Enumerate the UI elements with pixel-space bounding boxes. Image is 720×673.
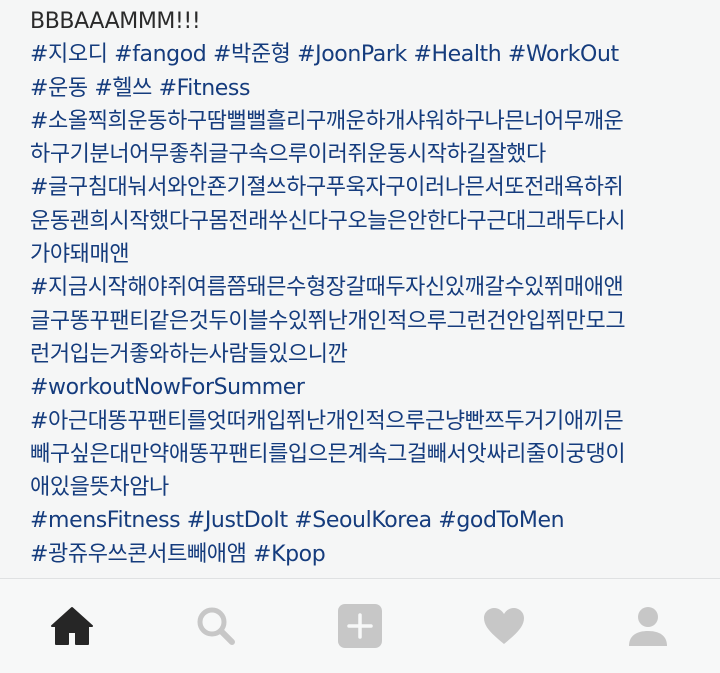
caption-line: 하구기분너어무좋취글구속으루이러쥐운동시작하길잘했다 [30, 138, 710, 171]
caption-line: #운동 #헬쓰 #Fitness [30, 72, 710, 105]
hashtag-link[interactable]: #JustDoIt [187, 508, 288, 533]
hashtag-link[interactable]: 하구기분너어무좋취글구속으루이러쥐운동시작하길잘했다 [30, 142, 546, 167]
hashtag-link[interactable]: #WorkOut [508, 42, 619, 67]
hashtag-link[interactable]: 런거입는거좋와하는사람들있으니깐 [30, 342, 348, 367]
caption-line: BBBAAAMMM!!! [30, 5, 710, 38]
caption-line: 런거입는거좋와하는사람들있으니깐 [30, 338, 710, 371]
heart-icon [484, 608, 524, 644]
hashtag-link[interactable]: #JoonPark [297, 42, 407, 67]
hashtag-link[interactable]: #아근대똥꾸팬티를엇떠캐입쮜난개인적으루근냥빤쯔두거기애끼믄 [30, 409, 624, 434]
hashtag-link[interactable]: #mensFitness [30, 508, 181, 533]
home-icon [51, 607, 93, 645]
caption-line: #광쥬우쓰콘서트빼애앰 #Kpop [30, 538, 710, 571]
hashtag-link[interactable]: #Kpop [253, 542, 326, 567]
caption-text: BBBAAAMMM!!! [30, 9, 201, 34]
caption-line: 글구똥꾸팬티같은것두이블수있쮜난개인적으루그런건안입쮜만모그 [30, 305, 710, 338]
hashtag-link[interactable]: 운동괜희시작했다구몸전래쑤신다구오늘은안한다구근대그래두다시 [30, 209, 626, 234]
hashtag-link[interactable]: #글구침대눠서와안죤기졀쓰하구푸욱자구이러나믄서또전래욕하쥐 [30, 175, 624, 200]
hashtag-link[interactable]: #지오디 [30, 42, 108, 67]
hashtag-link[interactable]: 애있을뜻차암나 [30, 475, 169, 500]
hashtag-link[interactable]: #광쥬우쓰콘서트빼애앰 [30, 542, 247, 567]
caption-line: 빼구싶은대만약애똥꾸팬티를입으믄계속그걸빼서앗싸리줄이궁댕이 [30, 438, 710, 471]
caption-line: #글구침대눠서와안죤기졀쓰하구푸욱자구이러나믄서또전래욕하쥐 [30, 171, 710, 204]
caption-line: #지오디 #fangod #박준형 #JoonPark #Health #Wor… [30, 38, 710, 71]
hashtag-link[interactable]: 글구똥꾸팬티같은것두이블수있쮜난개인적으루그런건안입쮜만모그 [30, 309, 626, 334]
hashtag-link[interactable]: #지금시작해야쥐여름쯤돼믄수형장갈때두자신있깨갈수있쮜매애앤 [30, 275, 624, 300]
caption-line: #지금시작해야쥐여름쯤돼믄수형장갈때두자신있깨갈수있쮜매애앤 [30, 271, 710, 304]
hashtag-link[interactable]: #헬쓰 [94, 76, 152, 101]
caption-line: 가야돼매앤 [30, 238, 710, 271]
plus-square-icon [338, 604, 382, 648]
caption-text [152, 76, 159, 101]
hashtag-link[interactable]: #fangod [114, 42, 207, 67]
caption-line: #소올찍희운동하구땀뻘뻘흘리구깨운하개샤워하구나믄너어무깨운 [30, 105, 710, 138]
hashtag-link[interactable]: #운동 [30, 76, 88, 101]
hashtag-link[interactable]: 가야돼매앤 [30, 242, 130, 267]
caption-line: #아근대똥꾸팬티를엇떠캐입쮜난개인적으루근냥빤쯔두거기애끼믄 [30, 405, 710, 438]
tab-home[interactable] [0, 579, 144, 673]
caption-line: 애있을뜻차암나 [30, 471, 710, 504]
caption-text [206, 42, 213, 67]
caption-line: 운동괜희시작했다구몸전래쑤신다구오늘은안한다구근대그래두다시 [30, 205, 710, 238]
hashtag-link[interactable]: #SeoulKorea [294, 508, 432, 533]
profile-icon [629, 607, 667, 646]
tab-new-post[interactable] [288, 579, 432, 673]
hashtag-link[interactable]: #workoutNowForSummer [30, 375, 305, 400]
caption-text [501, 42, 508, 67]
tab-search[interactable] [144, 579, 288, 673]
hashtag-link[interactable]: #Fitness [159, 76, 251, 101]
caption-line: #mensFitness #JustDoIt #SeoulKorea #godT… [30, 504, 710, 537]
search-icon [197, 607, 235, 645]
hashtag-link[interactable]: #godToMen [438, 508, 564, 533]
post-caption: BBBAAAMMM!!! #지오디 #fangod #박준형 #JoonPark … [30, 5, 710, 571]
tab-activity[interactable] [432, 579, 576, 673]
hashtag-link[interactable]: #Health [413, 42, 501, 67]
caption-text [180, 508, 187, 533]
hashtag-link[interactable]: #박준형 [213, 42, 291, 67]
caption-line: #workoutNowForSummer [30, 371, 710, 404]
bottom-tab-bar [0, 578, 720, 673]
hashtag-link[interactable]: 빼구싶은대만약애똥꾸팬티를입으믄계속그걸빼서앗싸리줄이궁댕이 [30, 442, 626, 467]
hashtag-link[interactable]: #소올찍희운동하구땀뻘뻘흘리구깨운하개샤워하구나믄너어무깨운 [30, 109, 624, 134]
tab-profile[interactable] [576, 579, 720, 673]
